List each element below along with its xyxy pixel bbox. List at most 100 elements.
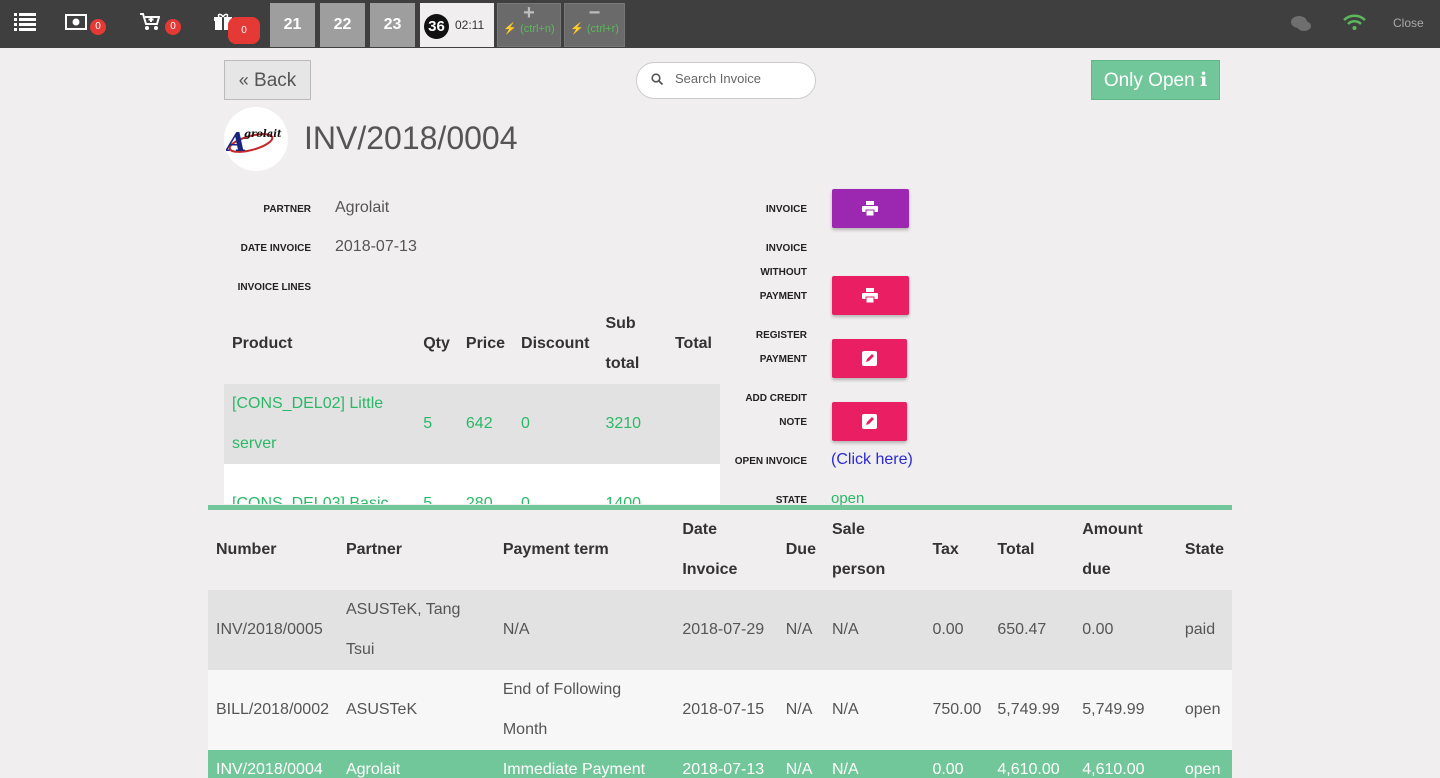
row-date: 2018-07-15 — [674, 670, 778, 750]
invoice-without-payment-label-1: INVOICE — [765, 243, 807, 254]
invoice-lines-table: Product Qty Price Discount Sub total Tot… — [224, 304, 720, 504]
row-number: INV/2018/0005 — [208, 590, 338, 670]
cart-count-badge: 0 — [165, 19, 181, 35]
col-number: Number — [216, 541, 277, 558]
row-state: open — [1176, 750, 1232, 778]
search-box — [636, 62, 816, 99]
add-credit-note-label-2: NOTE — [779, 417, 807, 428]
order-tab-23[interactable]: 23 — [370, 3, 415, 47]
list-menu-icon[interactable] — [14, 13, 36, 36]
row-payment-term: End of Following Month — [494, 670, 675, 750]
col-due: Due — [785, 541, 816, 558]
col-sale-person: Sale person — [831, 521, 886, 578]
remove-order-hint: ⚡ (ctrl+r) — [570, 23, 619, 35]
partner-logo: A grolait — [224, 107, 288, 171]
row-payment-term: Immediate Payment — [494, 750, 675, 778]
row-amount-due: 0.00 — [1074, 590, 1177, 670]
row-state: open — [1176, 670, 1232, 750]
add-order-button[interactable]: + ⚡ (ctrl+n) — [497, 3, 561, 47]
row-partner: ASUSTeK — [337, 670, 495, 750]
row-partner: Agrolait — [337, 750, 495, 778]
invoice-row-selected[interactable]: INV/2018/0004 Agrolait Immediate Payment… — [208, 750, 1232, 778]
print-invoice-without-payment-button[interactable] — [832, 276, 909, 315]
line-total — [666, 384, 720, 464]
row-date: 2018-07-13 — [674, 750, 778, 778]
col-amount-due: Amount due — [1082, 521, 1143, 578]
only-open-button[interactable]: Only Open i — [1091, 60, 1220, 100]
col-total: Total — [666, 304, 720, 384]
invoice-lines-label: INVOICE LINES — [237, 282, 311, 293]
open-invoice-link[interactable]: (Click here) — [831, 451, 913, 469]
invoice-line-row: [CONS_DEL03] Basic 5 280 0 1400 — [224, 464, 720, 504]
row-total: 4,610.00 — [989, 750, 1075, 778]
svg-text:A: A — [224, 128, 246, 158]
chat-icon[interactable] — [1290, 15, 1312, 38]
row-number: INV/2018/0004 — [208, 750, 338, 778]
date-invoice-value: 2018-07-13 — [335, 238, 417, 255]
row-sale-person: N/A — [823, 670, 925, 750]
line-total — [666, 464, 720, 504]
order-tab-active[interactable]: 36 02:11 — [420, 3, 494, 47]
print-icon — [862, 201, 878, 216]
open-invoice-label: OPEN INVOICE — [734, 456, 807, 467]
order-tab-22[interactable]: 22 — [320, 3, 365, 47]
row-due: N/A — [777, 750, 824, 778]
search-icon — [651, 73, 663, 85]
row-tax: 750.00 — [924, 670, 990, 750]
partner-label: PARTNER — [263, 204, 311, 215]
col-date-invoice: Date Invoice — [682, 521, 738, 578]
row-partner: ASUSTeK, Tang Tsui — [337, 590, 495, 670]
print-icon — [862, 288, 878, 303]
row-due: N/A — [777, 670, 824, 750]
cart-icon[interactable] — [140, 13, 161, 36]
order-tab-21[interactable]: 21 — [270, 3, 315, 47]
invoice-list: Number Partner Payment term Date Invoice… — [208, 505, 1232, 778]
gift-count-badge: 0 — [228, 17, 260, 44]
cash-icon[interactable] — [65, 13, 87, 35]
col-price: Price — [457, 304, 514, 384]
row-due: N/A — [777, 590, 824, 670]
line-subtotal: 3210 — [597, 384, 667, 464]
plus-icon: + — [523, 2, 535, 24]
print-invoice-button[interactable] — [832, 189, 909, 228]
invoice-list-header: Number Partner Payment term Date Invoice… — [208, 510, 1232, 590]
minus-icon: − — [588, 2, 601, 24]
register-payment-label-1: REGISTER — [755, 330, 807, 341]
double-chevron-left-icon: « — [238, 70, 249, 90]
row-amount-due: 5,749.99 — [1074, 670, 1177, 750]
col-subtotal: Sub total — [597, 304, 667, 384]
add-credit-note-button[interactable] — [832, 402, 907, 441]
search-input[interactable] — [675, 71, 805, 86]
close-button[interactable]: Close — [1393, 16, 1424, 30]
invoice-print-label: INVOICE — [765, 204, 807, 215]
back-button[interactable]: « Back — [224, 60, 311, 100]
line-product: [CONS_DEL02] Little server — [224, 384, 416, 464]
add-order-hint: ⚡ (ctrl+n) — [503, 23, 555, 35]
line-qty: 5 — [415, 384, 458, 464]
col-payment-term: Payment term — [502, 541, 609, 558]
row-sale-person: N/A — [823, 750, 925, 778]
edit-icon — [862, 414, 877, 429]
col-total: Total — [997, 541, 1035, 558]
partner-value: Agrolait — [335, 199, 390, 216]
register-payment-button[interactable] — [832, 339, 907, 378]
line-qty: 5 — [415, 464, 458, 504]
invoice-row[interactable]: BILL/2018/0002 ASUSTeK End of Following … — [208, 670, 1232, 750]
active-order-number: 36 — [424, 14, 449, 39]
row-total: 5,749.99 — [989, 670, 1075, 750]
invoice-without-payment-label-3: PAYMENT — [759, 291, 807, 302]
col-qty: Qty — [415, 304, 458, 384]
line-price: 642 — [457, 384, 514, 464]
register-payment-label-2: PAYMENT — [759, 354, 807, 365]
line-product: [CONS_DEL03] Basic — [224, 464, 416, 504]
line-discount: 0 — [513, 384, 598, 464]
row-amount-due: 4,610.00 — [1074, 750, 1177, 778]
line-discount: 0 — [513, 464, 598, 504]
line-price: 280 — [457, 464, 514, 504]
edit-icon — [862, 351, 877, 366]
remove-order-button[interactable]: − ⚡ (ctrl+r) — [564, 3, 625, 47]
invoice-line-row: [CONS_DEL02] Little server 5 642 0 3210 — [224, 384, 720, 464]
invoice-row[interactable]: INV/2018/0005 ASUSTeK, Tang Tsui N/A 201… — [208, 590, 1232, 670]
row-total: 650.47 — [989, 590, 1075, 670]
invoice-without-payment-label-2: WITHOUT — [760, 267, 807, 278]
